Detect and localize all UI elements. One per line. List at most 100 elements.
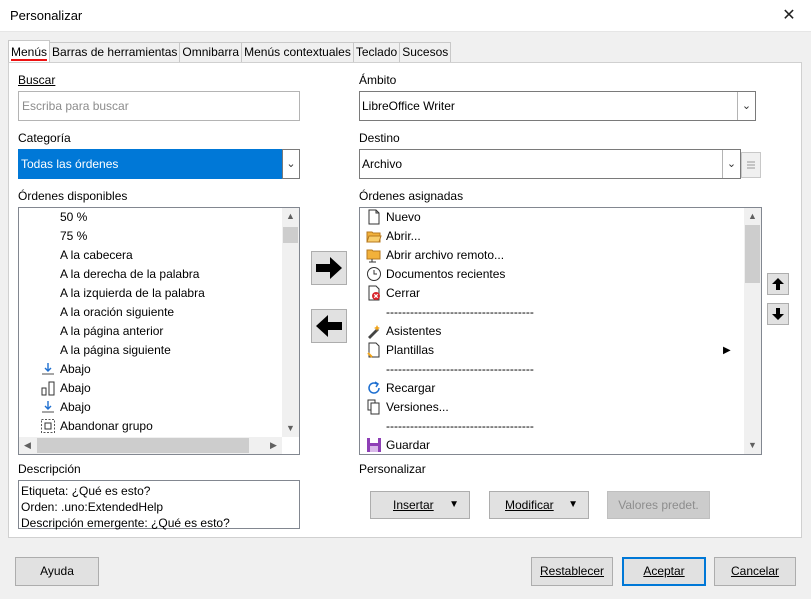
bar-chart-icon [41,381,55,396]
modify-button[interactable]: Modificar ▼ [489,491,589,519]
reset-button[interactable]: Restablecer [531,557,613,586]
scroll-right-icon[interactable]: ▶ [265,437,282,454]
scroll-up-icon[interactable]: ▲ [282,208,299,225]
ok-button[interactable]: Aceptar [622,557,706,586]
tab-toolbars[interactable]: Barras de herramientas [49,42,181,62]
remove-command-button[interactable] [311,309,347,343]
cancel-button[interactable]: Cancelar [714,557,796,586]
tab-events[interactable]: Sucesos [399,42,452,62]
list-item[interactable]: Nuevo [360,208,744,227]
clock-icon [367,267,381,281]
window-title: Personalizar [10,8,83,23]
list-item[interactable]: Abajo [19,360,282,379]
scope-label: Ámbito [359,73,397,87]
search-label: Buscar [18,73,56,87]
move-up-button[interactable] [767,273,789,295]
remote-folder-icon [366,249,381,263]
list-item[interactable]: A la cabecera [19,246,282,265]
scope-value: LibreOffice Writer [362,99,455,113]
list-item[interactable]: Abajo [19,379,282,398]
scroll-thumb[interactable] [37,438,249,453]
scroll-thumb[interactable] [745,225,760,283]
list-item[interactable]: A la página anterior [19,322,282,341]
versions-icon [367,399,380,415]
target-value: Archivo [362,157,403,171]
category-select[interactable]: Todas las órdenes ⌄ [18,149,300,179]
chevron-down-icon[interactable]: ⌄ [737,92,755,120]
list-item[interactable]: A la izquierda de la palabra [19,284,282,303]
target-menu-button[interactable] [741,152,761,178]
category-label: Categoría [18,131,71,145]
new-document-icon [368,209,380,225]
list-item[interactable]: Plantillas ▶ [360,341,744,360]
list-item[interactable]: Versiones... [360,398,744,417]
customize-label: Personalizar [359,462,426,476]
tab-notebookbar[interactable]: Omnibarra [179,42,243,62]
list-item[interactable]: Recargar [360,379,744,398]
search-input[interactable]: Escriba para buscar [18,91,300,121]
scroll-down-icon[interactable]: ▼ [744,437,761,454]
add-command-button[interactable] [311,251,347,285]
title-bar: Personalizar ✕ [0,0,811,32]
target-label: Destino [359,131,400,145]
vertical-scrollbar[interactable]: ▲ ▼ [744,208,761,454]
list-item[interactable]: 50 % [19,208,282,227]
list-item[interactable]: A la oración siguiente [19,303,282,322]
vertical-scrollbar[interactable]: ▲ ▼ [282,208,299,437]
close-icon[interactable]: ✕ [767,0,811,32]
move-down-button[interactable] [767,303,789,325]
align-bottom-icon [42,363,54,375]
list-item[interactable]: Asistentes [360,322,744,341]
arrow-up-icon [772,278,784,290]
chevron-down-icon[interactable]: ⌄ [282,149,300,179]
available-commands-list[interactable]: 50 % 75 % A la cabecera A la derecha de … [18,207,300,455]
dropdown-arrow-icon: ▼ [449,499,459,510]
separator[interactable]: ------------------------------------- [360,360,744,379]
available-commands-label: Órdenes disponibles [18,189,128,203]
tab-context-menus[interactable]: Menús contextuales [241,42,354,62]
save-icon [367,438,381,452]
list-item[interactable]: Abajo [19,398,282,417]
tab-menus[interactable]: Menús [8,40,51,63]
defaults-button[interactable]: Valores predet. [607,491,710,519]
separator[interactable]: ------------------------------------- [360,417,744,436]
list-item[interactable]: Cerrar [360,284,744,303]
list-item[interactable]: Documentos recientes [360,265,744,284]
list-item[interactable]: Guardar [360,436,744,454]
templates-icon [367,342,380,358]
list-item[interactable]: 75 % [19,227,282,246]
arrow-left-icon [316,315,342,337]
scroll-up-icon[interactable]: ▲ [744,208,761,225]
separator[interactable]: ------------------------------------- [360,303,744,322]
submenu-arrow-icon: ▶ [723,345,731,356]
horizontal-scrollbar[interactable]: ◀ ▶ [19,437,282,454]
scroll-thumb[interactable] [283,227,298,243]
description-box: Etiqueta: ¿Qué es esto? Orden: .uno:Exte… [18,480,300,530]
arrow-right-icon [316,257,342,279]
assigned-commands-list[interactable]: Nuevo Abrir... Abrir archivo remoto... D… [359,207,762,455]
insert-button[interactable]: Insertar ▼ [370,491,470,519]
close-document-icon [368,285,380,301]
target-select[interactable]: Archivo ⌄ [359,149,741,179]
open-folder-icon [366,231,382,243]
assigned-commands-label: Órdenes asignadas [359,189,464,203]
list-item[interactable]: Abrir archivo remoto... [360,246,744,265]
leave-group-icon [41,419,55,433]
list-item[interactable]: A la página siguiente [19,341,282,360]
chevron-down-icon[interactable]: ⌄ [722,150,740,178]
list-item[interactable]: A la derecha de la palabra [19,265,282,284]
category-value: Todas las órdenes [21,157,119,171]
scroll-down-icon[interactable]: ▼ [282,420,299,437]
align-bottom-icon [42,401,54,413]
list-item[interactable]: Abrir... [360,227,744,246]
search-placeholder: Escriba para buscar [22,99,129,113]
hamburger-icon [747,161,755,169]
dropdown-arrow-icon: ▼ [568,499,578,510]
tab-keyboard[interactable]: Teclado [352,42,401,62]
wizard-icon [368,325,380,339]
help-button[interactable]: Ayuda [15,557,99,586]
scroll-left-icon[interactable]: ◀ [19,437,36,454]
scope-select[interactable]: LibreOffice Writer ⌄ [359,91,756,121]
list-item[interactable]: Abandonar grupo [19,417,282,436]
reload-icon [368,381,380,394]
